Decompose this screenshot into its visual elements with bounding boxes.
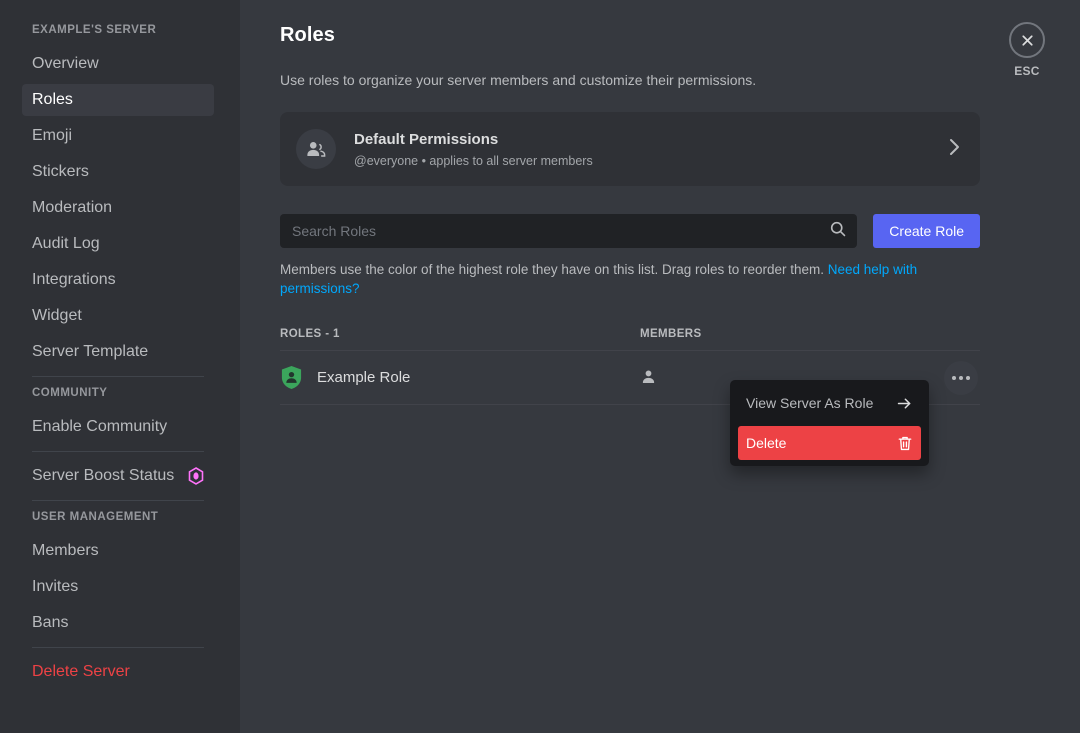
sidebar-item-label: Bans [32, 607, 68, 639]
close-settings-button[interactable]: ESC [997, 22, 1057, 78]
sidebar-divider [32, 647, 204, 648]
chevron-right-icon [948, 136, 962, 163]
page-title: Roles [280, 22, 980, 48]
sidebar-item-label: Overview [32, 48, 99, 80]
people-icon [296, 129, 336, 169]
sidebar-item-label: Invites [32, 571, 78, 603]
column-header-members: MEMBERS [640, 328, 980, 340]
sidebar-item-overview[interactable]: Overview [22, 48, 214, 80]
settings-sidebar: EXAMPLE'S SERVER Overview Roles Emoji St… [0, 0, 240, 733]
default-permissions-card[interactable]: Default Permissions @everyone • applies … [280, 112, 980, 186]
sidebar-section-community: COMMUNITY [22, 385, 214, 401]
close-icon [1009, 22, 1045, 58]
role-name: Example Role [317, 369, 410, 386]
arrow-right-icon [896, 395, 913, 412]
sidebar-item-label: Members [32, 535, 99, 567]
sidebar-item-members[interactable]: Members [22, 535, 214, 567]
page-subtitle: Use roles to organize your server member… [280, 70, 980, 90]
more-options-icon[interactable] [944, 361, 978, 395]
search-input[interactable] [292, 223, 829, 239]
dot [966, 376, 970, 380]
sidebar-item-label: Enable Community [32, 411, 167, 443]
menu-item-label: Delete [746, 435, 786, 451]
sidebar-divider [32, 376, 204, 377]
search-roles-box[interactable] [280, 214, 857, 248]
search-icon [829, 220, 847, 243]
create-role-button[interactable]: Create Role [873, 214, 980, 248]
sidebar-section-user-management: USER MANAGEMENT [22, 509, 214, 525]
sidebar-item-label: Integrations [32, 264, 116, 296]
boost-gem-icon [188, 467, 204, 485]
menu-item-delete[interactable]: Delete [738, 426, 921, 460]
sidebar-item-label: Server Template [32, 336, 148, 368]
settings-window: EXAMPLE'S SERVER Overview Roles Emoji St… [0, 0, 1080, 733]
sidebar-divider [32, 500, 204, 501]
default-permissions-title: Default Permissions [354, 130, 948, 149]
dot [959, 376, 963, 380]
role-context-menu: View Server As Role Delete [730, 380, 929, 466]
sidebar-item-server-template[interactable]: Server Template [22, 336, 214, 368]
sidebar-item-stickers[interactable]: Stickers [22, 156, 214, 188]
sidebar-item-label: Delete Server [32, 656, 130, 688]
sidebar-item-integrations[interactable]: Integrations [22, 264, 214, 296]
dot [952, 376, 956, 380]
sidebar-item-label: Roles [32, 84, 73, 116]
menu-item-label: View Server As Role [746, 395, 873, 411]
sidebar-item-moderation[interactable]: Moderation [22, 192, 214, 224]
shield-person-icon [280, 365, 303, 390]
roles-hint-text: Members use the color of the highest rol… [280, 262, 828, 277]
sidebar-item-roles[interactable]: Roles [22, 84, 214, 116]
person-icon [640, 368, 657, 388]
sidebar-item-label: Server Boost Status [32, 460, 174, 492]
default-permissions-subtitle: @everyone • applies to all server member… [354, 153, 948, 169]
sidebar-item-audit-log[interactable]: Audit Log [22, 228, 214, 260]
menu-item-view-server-as-role[interactable]: View Server As Role [738, 386, 921, 420]
sidebar-item-label: Emoji [32, 120, 72, 152]
sidebar-divider [32, 451, 204, 452]
sidebar-item-label: Moderation [32, 192, 112, 224]
sidebar-item-label: Audit Log [32, 228, 100, 260]
roles-toolbar: Create Role [280, 214, 980, 248]
settings-main-panel: Roles Use roles to organize your server … [240, 0, 1080, 733]
esc-label: ESC [1014, 64, 1040, 78]
column-header-roles: ROLES - 1 [280, 328, 640, 340]
sidebar-item-label: Widget [32, 300, 82, 332]
sidebar-item-bans[interactable]: Bans [22, 607, 214, 639]
sidebar-item-widget[interactable]: Widget [22, 300, 214, 332]
sidebar-section-server: EXAMPLE'S SERVER [22, 22, 214, 38]
sidebar-item-server-boost-status[interactable]: Server Boost Status [22, 460, 214, 492]
role-name-cell: Example Role [280, 365, 640, 390]
sidebar-item-delete-server[interactable]: Delete Server [22, 656, 214, 688]
roles-hint: Members use the color of the highest rol… [280, 260, 940, 298]
sidebar-item-emoji[interactable]: Emoji [22, 120, 214, 152]
sidebar-item-label: Stickers [32, 156, 89, 188]
sidebar-item-enable-community[interactable]: Enable Community [22, 411, 214, 443]
trash-icon [897, 435, 913, 452]
sidebar-item-invites[interactable]: Invites [22, 571, 214, 603]
roles-table-header: ROLES - 1 MEMBERS [280, 328, 980, 351]
